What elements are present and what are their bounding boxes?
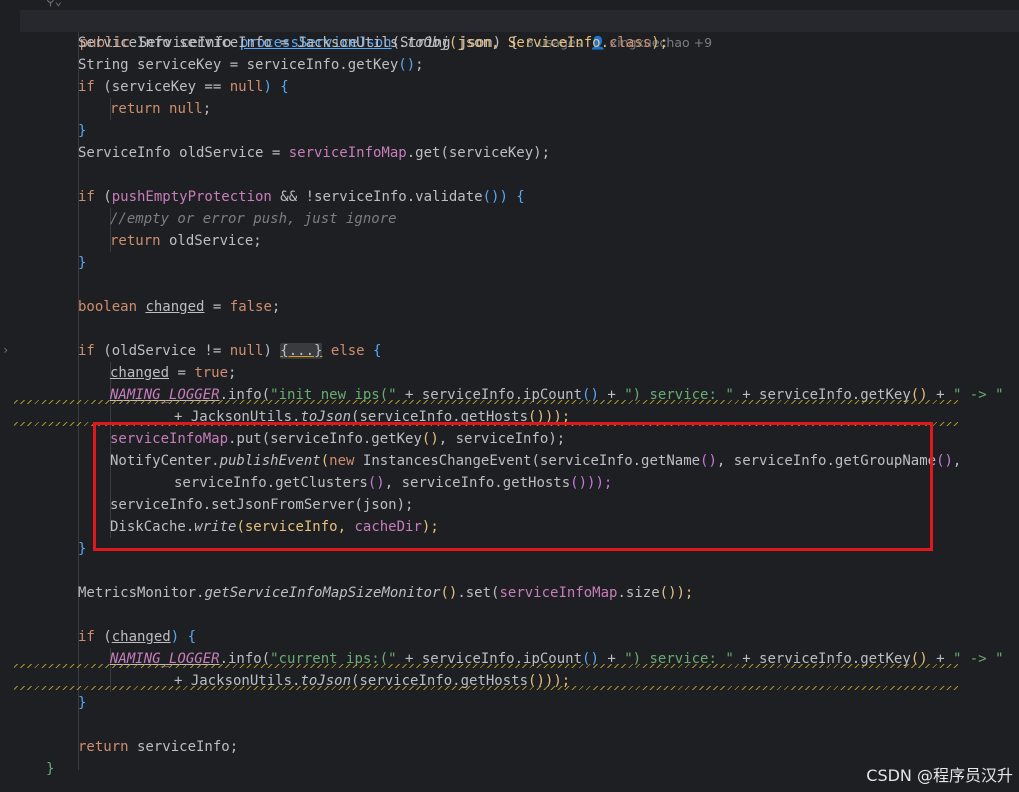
watermark: CSDN @程序员汉升 [866, 766, 1013, 785]
warning-underline [14, 400, 958, 404]
code-line[interactable]: } [46, 758, 54, 780]
code-text: && !serviceInfo.validate [271, 189, 483, 205]
code-keyword: return [78, 739, 129, 755]
warning-underline [14, 686, 958, 690]
code-string: " -> " [952, 387, 1004, 403]
code-variable: changed [111, 629, 171, 645]
code-keyword: boolean [78, 299, 138, 315]
code-text: (oldService != [94, 343, 230, 359]
folded-code-block[interactable]: {...} [280, 343, 323, 359]
code-text: String serviceKey = serviceInfo.getKey [78, 57, 399, 73]
code-line[interactable]: } [78, 538, 86, 560]
highlight-annotation-box [93, 422, 933, 551]
code-static-call: toObj [406, 35, 449, 51]
code-text: serviceInfo; [128, 739, 239, 755]
code-text: ) [263, 343, 281, 359]
code-line[interactable]: } [78, 252, 86, 274]
code-text: .size [617, 585, 660, 601]
code-text: ; [271, 299, 281, 315]
code-keyword: true [194, 365, 229, 381]
code-line[interactable]: String serviceKey = serviceInfo.getKey()… [78, 54, 424, 76]
code-keyword: if [78, 79, 95, 95]
code-line[interactable]: return serviceInfo; [78, 736, 238, 758]
code-field: serviceInfoMap [499, 585, 618, 601]
code-line[interactable]: } [78, 692, 86, 714]
code-keyword: false [229, 299, 272, 315]
code-line[interactable]: return oldService; [110, 230, 262, 252]
code-text: ( [94, 189, 112, 205]
code-editor[interactable]: › ⚲⌄ public ServiceInfo processServiceJs… [0, 0, 1019, 792]
code-text: ) { [170, 629, 197, 645]
code-text: MetricsMonitor. [78, 585, 205, 601]
code-comment[interactable]: //empty or error push, just ignore [110, 208, 397, 230]
code-line[interactable]: ServiceInfo serviceInfo = JacksonUtils.t… [78, 32, 668, 54]
code-line[interactable]: if (oldService != null) {...} else { [78, 340, 381, 362]
code-line[interactable]: } [78, 120, 86, 142]
code-line-method-signature[interactable]: public ServiceInfo processServiceJson(St… [46, 10, 712, 51]
code-field: serviceInfoMap [288, 145, 407, 161]
code-line[interactable]: if (changed) { [78, 626, 196, 648]
code-variable: changed [145, 299, 205, 315]
code-line[interactable]: ServiceInfo oldService = serviceInfoMap.… [78, 142, 550, 164]
code-parens: () [398, 57, 416, 73]
code-text: ServiceInfo serviceInfo = JacksonUtils. [78, 35, 407, 51]
code-string: " -> " [952, 651, 1004, 667]
code-text: = [204, 299, 230, 315]
code-keyword: null [229, 343, 264, 359]
code-text: ; [228, 365, 237, 381]
code-keyword: if [78, 343, 95, 359]
code-line[interactable]: MetricsMonitor.getServiceInfoMapSizeMoni… [78, 582, 693, 604]
code-text: .set( [457, 585, 500, 601]
code-text: ( [94, 629, 112, 645]
code-text: (json, ServiceInfo. [448, 35, 610, 51]
code-text: ); [651, 35, 669, 51]
warning-underline [14, 664, 958, 668]
code-text: .get(serviceKey); [406, 145, 551, 161]
code-parens: () [936, 453, 953, 469]
code-text: { [364, 343, 382, 359]
code-keyword: if [78, 629, 95, 645]
code-parens: () [440, 585, 458, 601]
code-keyword: return [110, 233, 161, 249]
code-line[interactable]: changed = true; [110, 362, 236, 384]
code-keyword: if [78, 189, 95, 205]
fold-chevron-icon[interactable]: › [2, 343, 9, 357]
code-keyword: return [110, 101, 161, 117]
code-text: oldService; [160, 233, 262, 249]
code-text: ; [202, 101, 212, 117]
code-text: (serviceKey == [94, 79, 230, 95]
code-keyword: null [169, 101, 203, 117]
code-text: ServiceInfo oldService = [78, 145, 289, 161]
code-keyword: else [330, 343, 365, 359]
code-line[interactable]: if (serviceKey == null) { [78, 76, 289, 98]
annotation-icon: ⚲⌄ [46, 0, 63, 8]
code-line[interactable]: boolean changed = false; [78, 296, 280, 318]
code-text: ) { [263, 79, 289, 95]
code-field: pushEmptyProtection [111, 189, 272, 205]
editor-gutter [0, 0, 20, 792]
code-keyword: class [609, 35, 652, 51]
code-text: = [169, 365, 195, 381]
code-line[interactable]: return null; [110, 98, 211, 120]
code-line[interactable]: if (pushEmptyProtection && !serviceInfo.… [78, 186, 525, 208]
code-text: , [952, 453, 962, 469]
code-keyword: null [229, 79, 264, 95]
code-static-call: getServiceInfoMapSizeMonitor [204, 585, 441, 601]
code-parens: ()) { [482, 189, 525, 205]
code-variable: changed [110, 365, 170, 381]
code-text: ; [415, 57, 424, 73]
code-parens: ()); [659, 585, 694, 601]
